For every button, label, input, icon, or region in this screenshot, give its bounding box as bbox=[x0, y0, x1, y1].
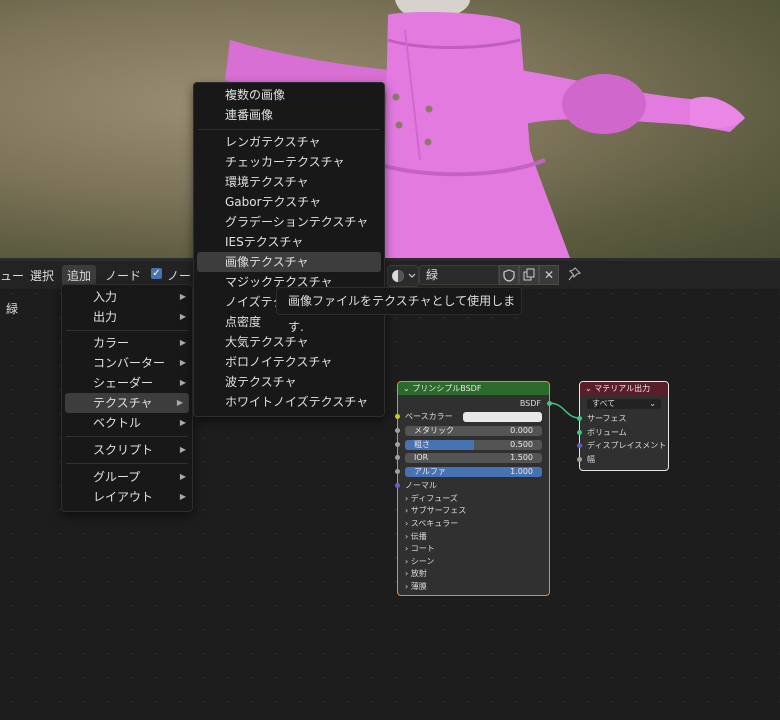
menu-item-shader[interactable]: シェーダー ▶ bbox=[62, 373, 192, 393]
texture-submenu: 複数の画像 連番画像 レンガテクスチャ チェッカーテクスチャ 環境テクスチャ G… bbox=[193, 82, 385, 417]
menu-item-wave-texture[interactable]: 波テクスチャ bbox=[194, 372, 384, 392]
menu-item-environment-texture[interactable]: 環境テクスチャ bbox=[194, 172, 384, 192]
material-output-node[interactable]: ⌄ マテリアル出力 すべて ⌄ サーフェス ボリューム ディスプレイスメント 幅 bbox=[577, 381, 669, 471]
volume-label: ボリューム bbox=[587, 428, 627, 437]
submenu-arrow-icon: ▶ bbox=[179, 445, 186, 454]
menu-item-brick-texture[interactable]: レンガテクスチャ bbox=[194, 132, 384, 152]
menu-separator bbox=[66, 463, 188, 464]
surface-label: サーフェス bbox=[587, 414, 627, 423]
menu-item-image-sequence-multi[interactable]: 複数の画像 bbox=[194, 85, 384, 105]
menu-item-image-sequence[interactable]: 連番画像 bbox=[194, 105, 384, 125]
menu-item-color[interactable]: カラー ▶ bbox=[62, 333, 192, 353]
submenu-arrow-icon: ▶ bbox=[179, 472, 186, 481]
menu-item-group[interactable]: グループ ▶ bbox=[62, 467, 192, 487]
menu-separator bbox=[66, 436, 188, 437]
surface-socket[interactable] bbox=[577, 416, 582, 421]
submenu-arrow-icon: ▶ bbox=[179, 292, 186, 301]
tooltip: 画像ファイルをテクスチャとして使用します. bbox=[276, 287, 522, 334]
thickness-socket[interactable] bbox=[577, 457, 582, 462]
collapse-chevron-icon[interactable]: ⌄ bbox=[585, 384, 592, 393]
menu-item-input[interactable]: 入力 ▶ bbox=[62, 287, 192, 307]
output-node-title: マテリアル出力 bbox=[594, 384, 651, 393]
submenu-arrow-icon: ▶ bbox=[176, 398, 183, 407]
menu-item-image-texture[interactable]: 画像テクスチャ bbox=[197, 252, 381, 272]
menu-separator bbox=[66, 330, 188, 331]
submenu-arrow-icon: ▶ bbox=[179, 358, 186, 367]
menu-item-layout[interactable]: レイアウト ▶ bbox=[62, 487, 192, 507]
volume-socket[interactable] bbox=[577, 430, 582, 435]
menu-separator bbox=[198, 129, 380, 130]
menu-item-output[interactable]: 出力 ▶ bbox=[62, 307, 192, 327]
menu-item-checker-texture[interactable]: チェッカーテクスチャ bbox=[194, 152, 384, 172]
menu-item-converter[interactable]: コンバーター ▶ bbox=[62, 353, 192, 373]
output-node-header[interactable]: ⌄ マテリアル出力 bbox=[580, 382, 668, 395]
menu-item-gabor-texture[interactable]: Gaborテクスチャ bbox=[194, 192, 384, 212]
menu-item-gradient-texture[interactable]: グラデーションテクスチャ bbox=[194, 212, 384, 232]
menu-item-ies-texture[interactable]: IESテクスチャ bbox=[194, 232, 384, 252]
displacement-socket[interactable] bbox=[577, 443, 582, 448]
submenu-arrow-icon: ▶ bbox=[179, 338, 186, 347]
submenu-arrow-icon: ▶ bbox=[179, 418, 186, 427]
output-target-select[interactable]: すべて ⌄ bbox=[587, 399, 661, 409]
submenu-arrow-icon: ▶ bbox=[179, 312, 186, 321]
menu-item-white-noise-texture[interactable]: ホワイトノイズテクスチャ bbox=[194, 392, 384, 412]
menu-item-texture[interactable]: テクスチャ ▶ bbox=[65, 393, 189, 413]
menu-item-vector[interactable]: ベクトル ▶ bbox=[62, 413, 192, 433]
submenu-arrow-icon: ▶ bbox=[179, 492, 186, 501]
menu-item-script[interactable]: スクリプト ▶ bbox=[62, 440, 192, 460]
output-target-value: すべて bbox=[592, 399, 616, 408]
chevron-down-icon: ⌄ bbox=[649, 399, 656, 408]
add-menu: 入力 ▶ 出力 ▶ カラー ▶ コンバーター ▶ シェーダー ▶ テクスチャ ▶ ベクトル ▶… bbox=[61, 284, 193, 512]
submenu-arrow-icon: ▶ bbox=[179, 378, 186, 387]
thickness-label: 幅 bbox=[587, 455, 595, 464]
menu-item-voronoi-texture[interactable]: ボロノイテクスチャ bbox=[194, 352, 384, 372]
displacement-label: ディスプレイスメント bbox=[587, 441, 667, 450]
